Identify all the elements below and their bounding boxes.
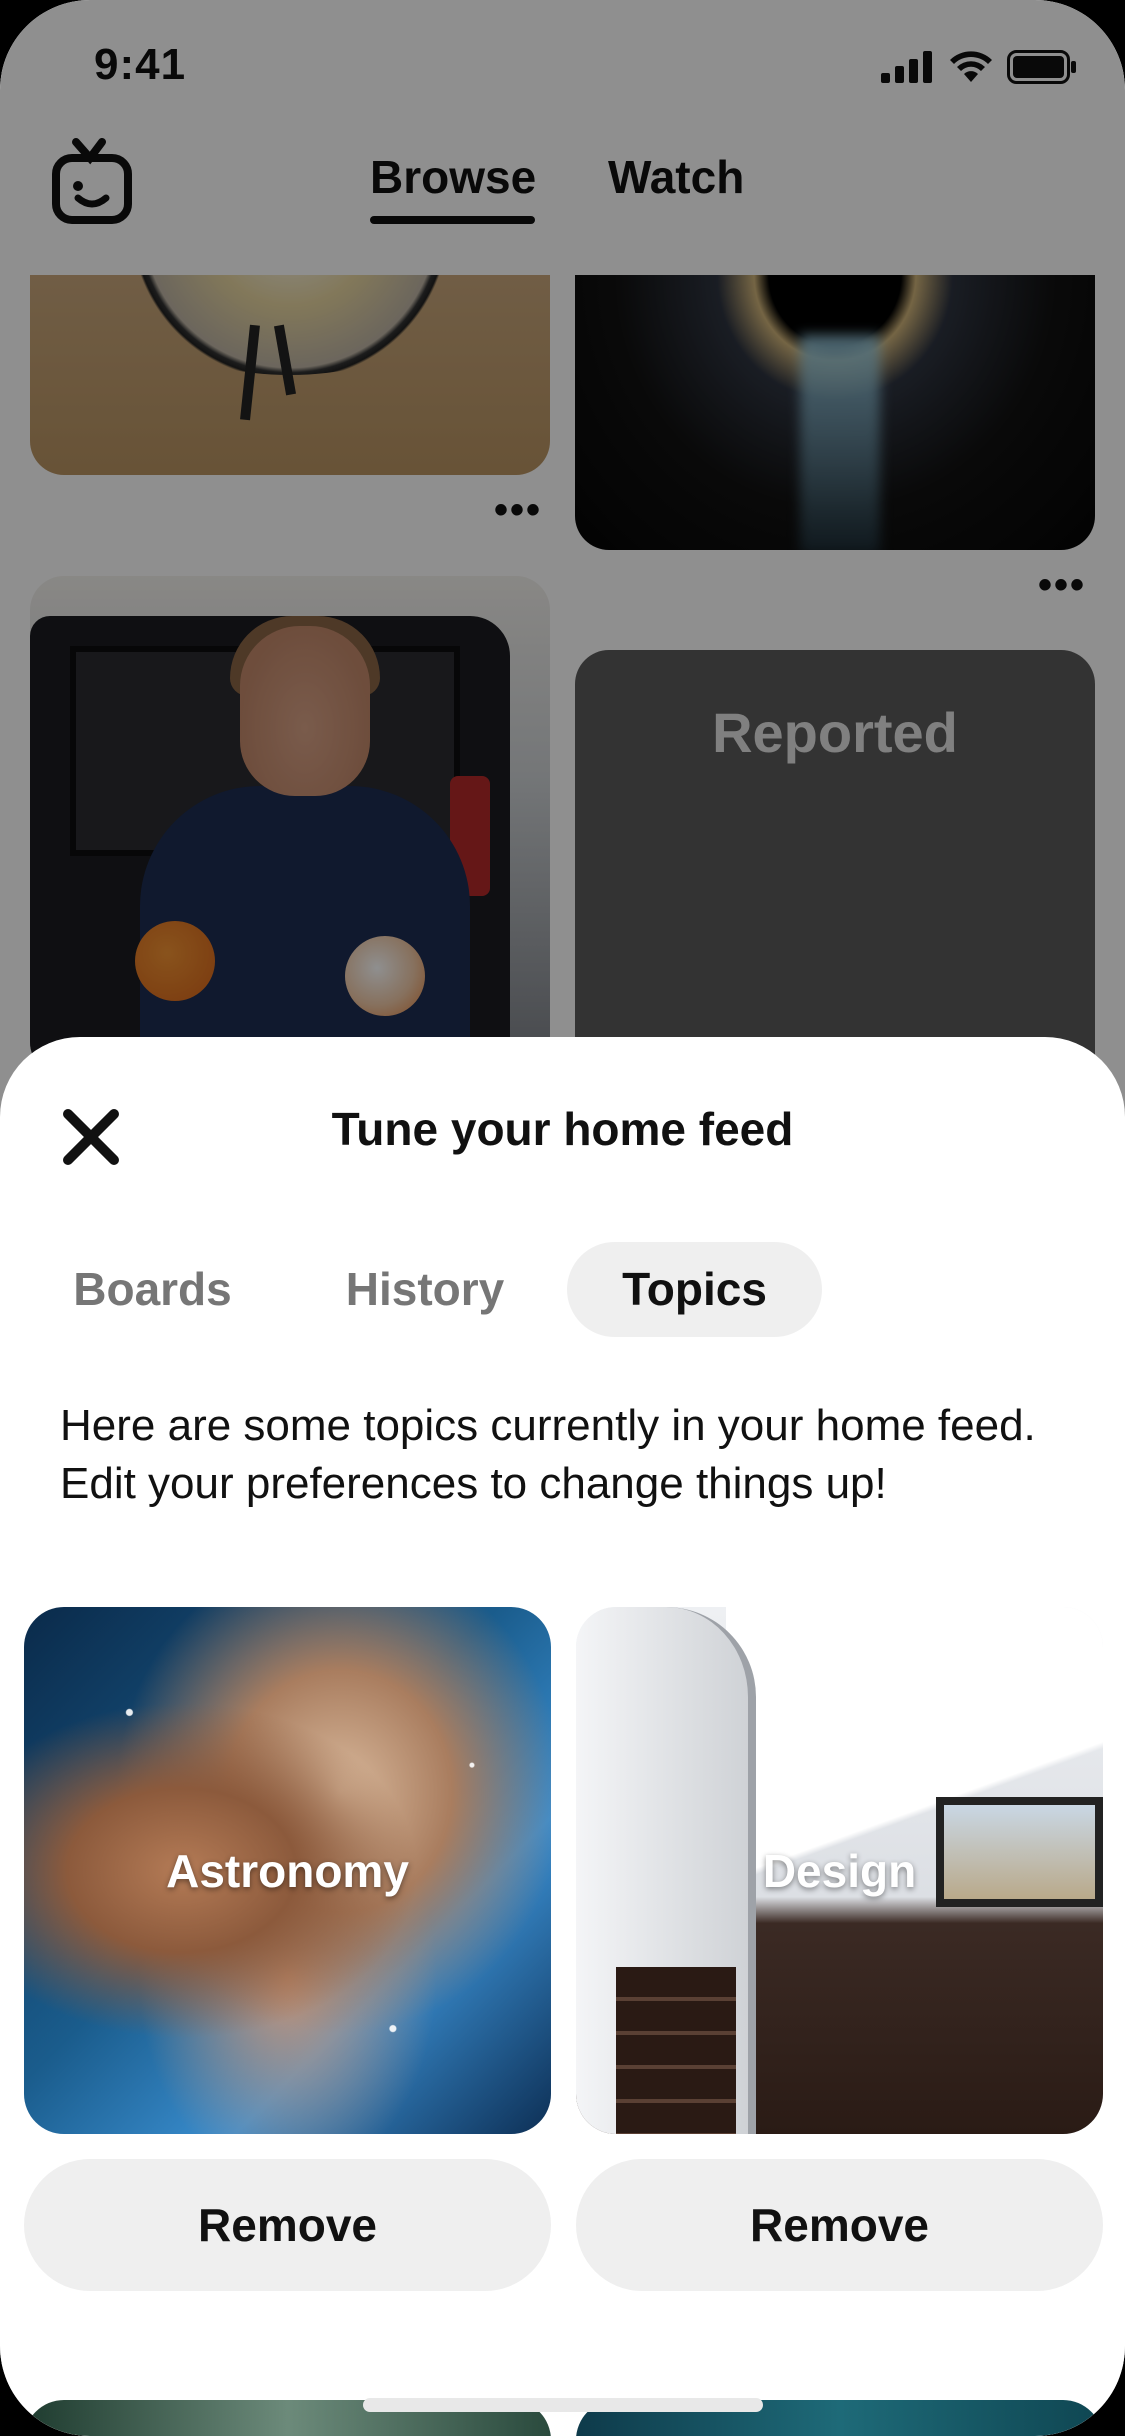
- topic-card-design[interactable]: Design: [576, 1607, 1103, 2134]
- topic-label: Design: [762, 1844, 917, 1897]
- topics-description: Here are some topics currently in your h…: [60, 1401, 1036, 1508]
- phone-screen: 9:41 Browse Watch ••• ••• Reported Tune …: [0, 0, 1125, 2436]
- remove-design-button[interactable]: Remove: [576, 2159, 1103, 2291]
- topic-card-astronomy[interactable]: Astronomy: [24, 1607, 551, 2134]
- sheet-title: Tune your home feed: [331, 1103, 794, 1155]
- home-indicator[interactable]: [363, 2398, 763, 2412]
- remove-astronomy-button[interactable]: Remove: [24, 2159, 551, 2291]
- tab-history[interactable]: History: [310, 1242, 540, 1337]
- tab-topics[interactable]: Topics: [567, 1242, 822, 1337]
- topic-label: Astronomy: [166, 1844, 409, 1897]
- tab-boards[interactable]: Boards: [35, 1242, 270, 1337]
- tune-feed-sheet: Tune your home feed Boards History Topic…: [0, 1037, 1125, 2436]
